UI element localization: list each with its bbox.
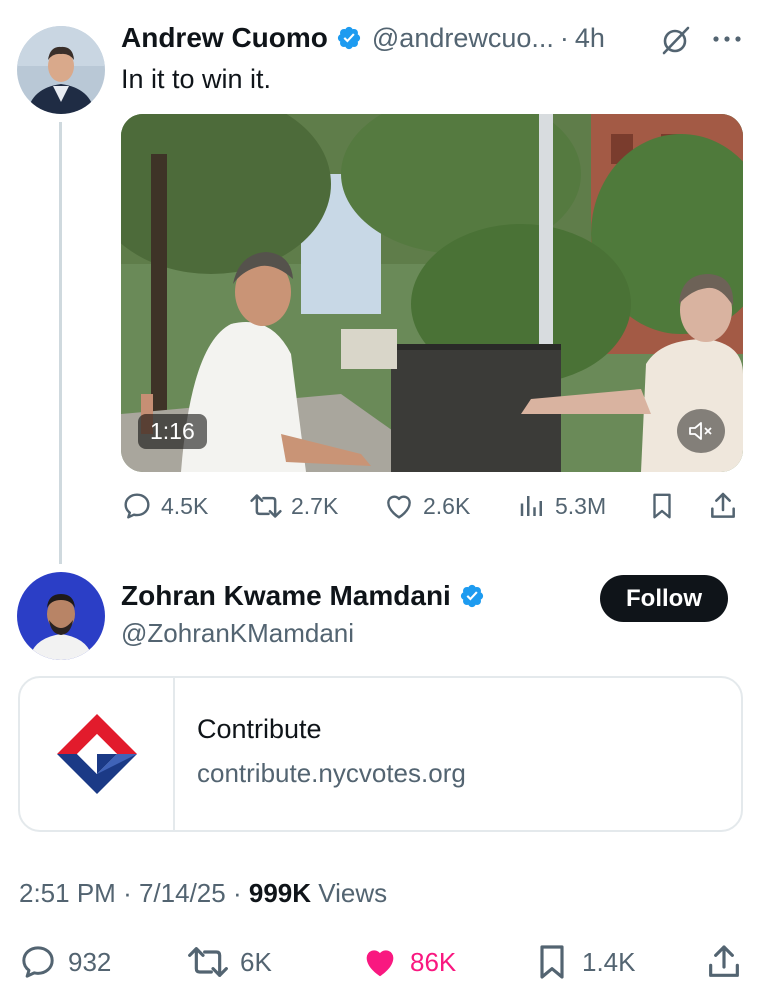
link-card[interactable]: Contribute contribute.nycvotes.org xyxy=(18,676,743,832)
repost-count: 2.7K xyxy=(291,492,339,519)
repost-button[interactable]: 2.7K xyxy=(249,486,338,526)
repost-icon xyxy=(250,494,282,518)
more-options-icon[interactable] xyxy=(712,32,742,46)
avatar[interactable] xyxy=(17,572,105,660)
grok-icon[interactable] xyxy=(660,24,692,56)
bookmark-button[interactable]: 1.4K xyxy=(532,940,636,984)
repost-icon xyxy=(188,947,228,977)
link-card-title: Contribute xyxy=(197,714,322,744)
views-label: Views xyxy=(318,878,388,908)
author-handle[interactable]: @andrewcuo... xyxy=(372,23,554,54)
avatar[interactable] xyxy=(17,26,105,114)
video-duration-badge: 1:16 xyxy=(138,414,207,449)
reply-icon xyxy=(22,946,54,978)
link-card-domain: contribute.nycvotes.org xyxy=(197,758,466,788)
repost-count: 6K xyxy=(240,946,272,977)
nyc-votes-logo-icon xyxy=(56,714,137,794)
like-button[interactable]: 2.6K xyxy=(383,486,470,526)
tweet-time[interactable]: 2:51 PM xyxy=(19,878,116,908)
reply-count: 4.5K xyxy=(161,492,209,519)
analytics-icon xyxy=(520,496,542,516)
heart-filled-icon xyxy=(366,950,394,977)
tweet-text: In it to win it. xyxy=(121,64,272,94)
like-button[interactable]: 86K xyxy=(360,940,456,984)
heart-icon xyxy=(387,495,411,519)
bookmark-icon xyxy=(540,945,564,979)
author-handle[interactable]: @ZohranKMamdani xyxy=(121,618,354,649)
link-card-thumbnail xyxy=(20,678,175,830)
verified-badge-icon xyxy=(460,584,483,608)
tweet-header: Andrew Cuomo @andrewcuo... · 4h xyxy=(121,22,605,54)
views-button[interactable]: 5.3M xyxy=(517,486,606,526)
follow-button[interactable]: Follow xyxy=(600,575,728,622)
bookmark-icon xyxy=(653,493,671,519)
separator-dot: · xyxy=(559,22,569,53)
separator-dot: · xyxy=(123,878,132,908)
tweet-header: Zohran Kwame Mamdani xyxy=(121,580,485,612)
share-button[interactable] xyxy=(707,486,747,526)
separator-dot: · xyxy=(232,878,242,908)
views-count: 5.3M xyxy=(555,492,607,519)
tweet-action-bar: 932 6K 86K 1.4K xyxy=(0,940,761,984)
speaker-muted-icon xyxy=(689,422,712,440)
reply-count: 932 xyxy=(68,946,112,977)
repost-button[interactable]: 6K xyxy=(186,940,272,984)
tweet-action-bar: 4.5K 2.7K 2.6K 5.3M xyxy=(121,486,743,526)
reply-button[interactable]: 932 xyxy=(18,940,111,984)
tweet-date[interactable]: 7/14/25 xyxy=(139,878,226,908)
video-player[interactable] xyxy=(121,114,743,472)
author-name[interactable]: Zohran Kwame Mamdani xyxy=(121,580,451,612)
mute-button[interactable] xyxy=(677,409,725,453)
like-count: 2.6K xyxy=(423,492,471,519)
tweet-time[interactable]: 4h xyxy=(575,23,605,54)
bookmark-count: 1.4K xyxy=(582,946,636,977)
share-icon xyxy=(709,945,739,977)
author-name[interactable]: Andrew Cuomo xyxy=(121,22,328,54)
verified-badge-icon xyxy=(337,26,360,50)
reply-button[interactable]: 4.5K xyxy=(121,486,208,526)
share-icon xyxy=(711,492,735,518)
bookmark-button[interactable] xyxy=(647,486,685,526)
tweet-meta: 2:51 PM · 7/14/25 · 999K Views xyxy=(19,878,387,909)
share-button[interactable] xyxy=(704,940,754,984)
thread-connector-line xyxy=(59,122,62,564)
views-count: 999K xyxy=(248,878,312,908)
like-count: 86K xyxy=(410,946,457,977)
reply-icon xyxy=(124,493,150,519)
